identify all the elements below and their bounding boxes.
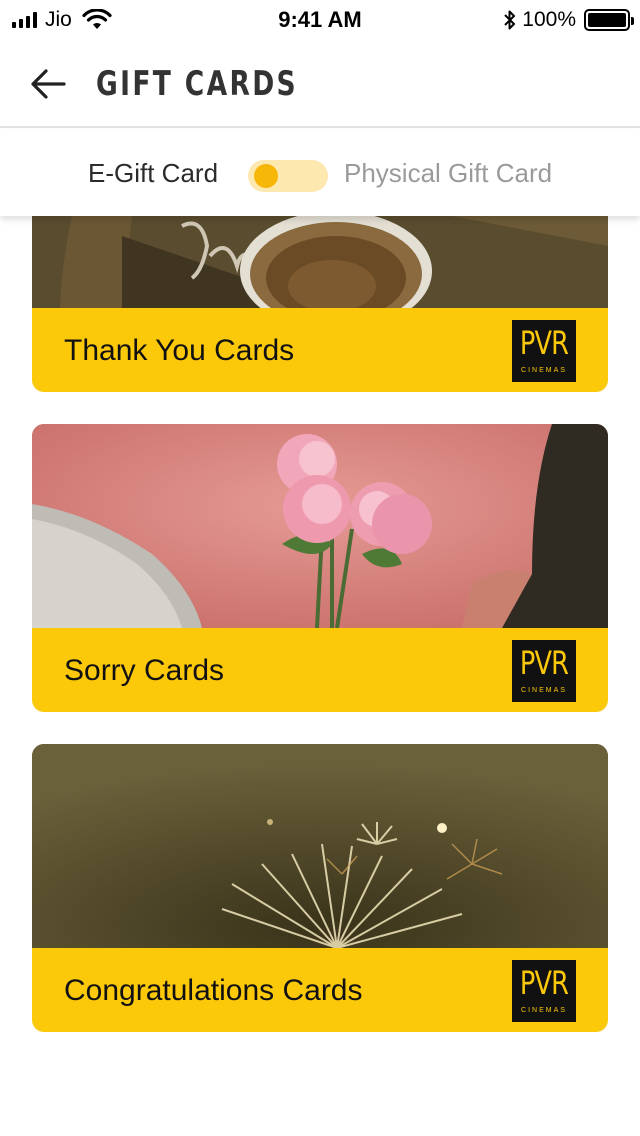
logo-subtext: CINEMAS xyxy=(521,687,567,694)
congratulations-card-image xyxy=(32,744,608,949)
logo-text: PVR xyxy=(519,964,569,1002)
bluetooth-icon xyxy=(504,10,516,30)
sorry-card-band: Sorry Cards PVR CINEMAS xyxy=(32,628,608,712)
app-header: GIFT CARDS xyxy=(0,40,640,128)
card-label: Thank You Cards xyxy=(64,334,295,367)
pvr-cinemas-logo: PVR CINEMAS xyxy=(512,320,576,382)
back-button[interactable] xyxy=(24,62,72,106)
physical-gift-card-option[interactable]: Physical Gift Card xyxy=(344,158,552,189)
e-gift-card-option[interactable]: E-Gift Card xyxy=(88,158,218,189)
thank-you-cards-card[interactable]: Thank You Cards PVR CINEMAS xyxy=(32,216,608,392)
logo-text: PVR xyxy=(519,644,569,682)
sorry-card-image xyxy=(32,424,608,629)
thank-you-card-band: Thank You Cards PVR CINEMAS xyxy=(32,308,608,392)
logo-text: PVR xyxy=(519,324,569,362)
logo-subtext: CINEMAS xyxy=(521,1007,567,1014)
card-label: Congratulations Cards xyxy=(64,974,363,1007)
battery-icon xyxy=(584,9,634,31)
pvr-cinemas-logo: PVR CINEMAS xyxy=(512,960,576,1022)
sorry-cards-card[interactable]: Sorry Cards PVR CINEMAS xyxy=(32,424,608,712)
card-type-switch[interactable] xyxy=(248,160,328,192)
status-right: 100% xyxy=(502,7,634,33)
logo-subtext: CINEMAS xyxy=(521,367,567,374)
battery-percentage: 100% xyxy=(522,8,576,31)
switch-knob xyxy=(254,164,278,188)
status-bar: Jio 9:41 AM 100% xyxy=(0,0,640,40)
congratulations-cards-card[interactable]: Congratulations Cards PVR CINEMAS xyxy=(32,744,608,1032)
card-label: Sorry Cards xyxy=(64,654,225,687)
congratulations-card-band: Congratulations Cards PVR CINEMAS xyxy=(32,948,608,1032)
thank-you-card-image xyxy=(32,216,608,331)
page-title: GIFT CARDS xyxy=(96,64,298,104)
arrow-left-icon xyxy=(31,69,66,99)
card-type-toggle-bar: E-Gift Card Physical Gift Card xyxy=(0,130,640,216)
pvr-cinemas-logo: PVR CINEMAS xyxy=(512,640,576,702)
